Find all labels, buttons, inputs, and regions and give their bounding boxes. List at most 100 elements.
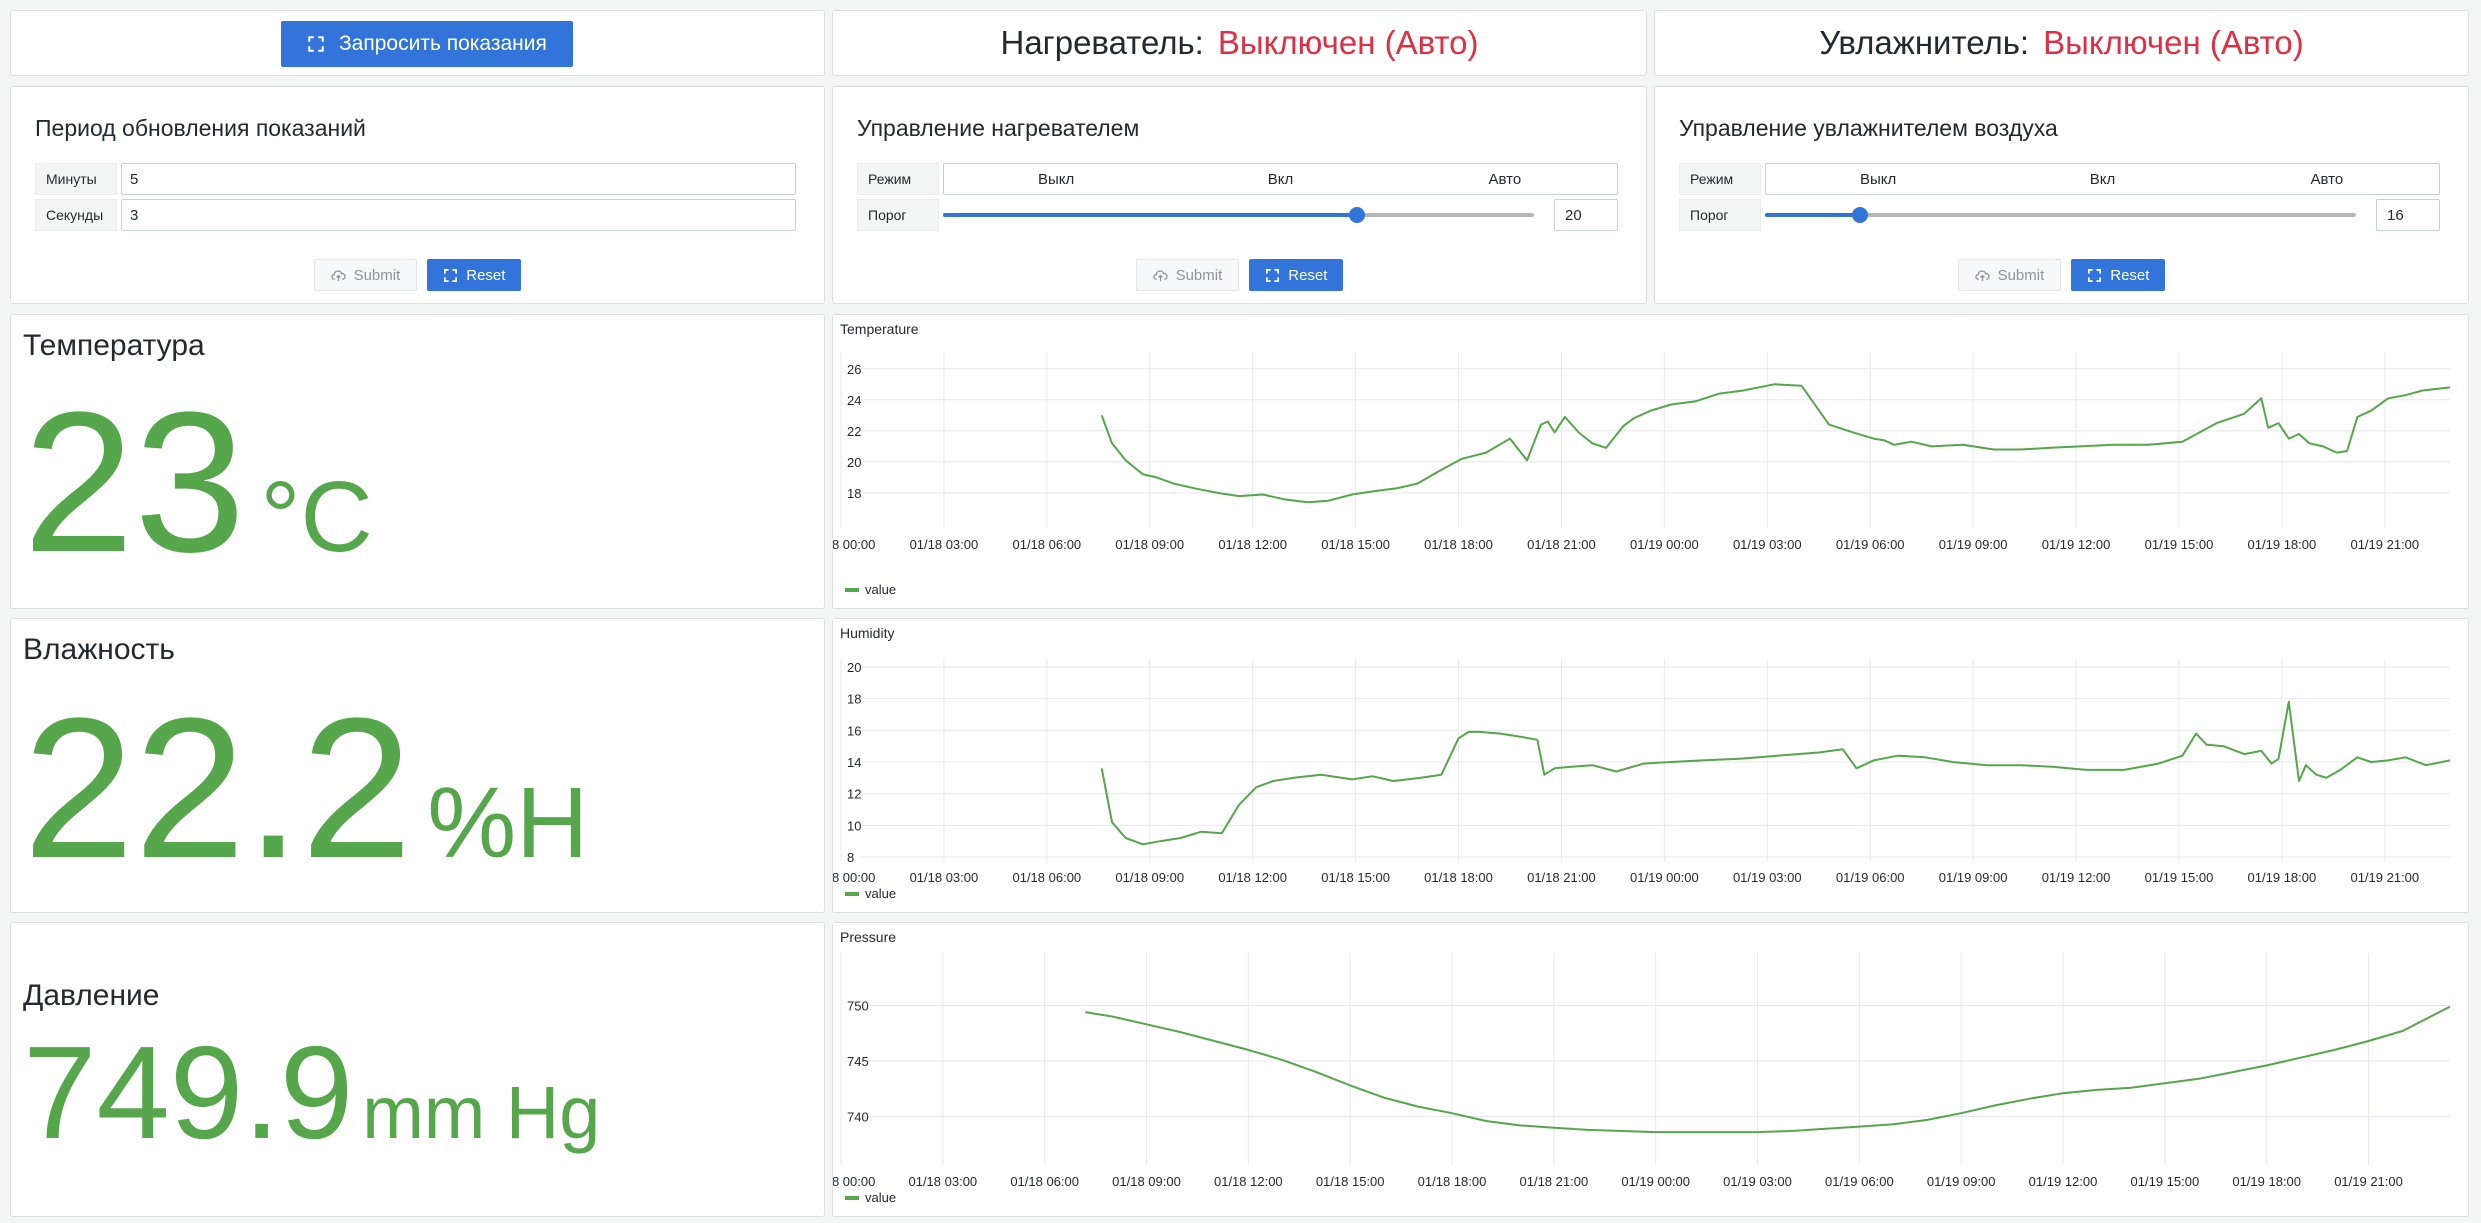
humidity-value: 22.2 %H xyxy=(23,689,588,889)
x-tick-label: 01/19 18:00 xyxy=(2248,870,2317,885)
humidifier-slider-thumb[interactable] xyxy=(1851,207,1868,223)
x-tick-label: 01/18 18:00 xyxy=(1418,1174,1487,1189)
x-tick-label: 01/18 03:00 xyxy=(908,1174,977,1189)
humidifier-submit-button[interactable]: Submit xyxy=(1957,259,2062,291)
temperature-chart-panel: Temperature 182022242601/18 00:0001/18 0… xyxy=(832,314,2469,609)
x-tick-label: 01/18 03:00 xyxy=(910,870,979,885)
legend-swatch xyxy=(845,891,859,896)
heater-mode-on[interactable]: Вкл xyxy=(1168,164,1392,194)
humidifier-threshold-input[interactable]: 16 xyxy=(2376,199,2440,231)
heater-status-label: Нагреватель: xyxy=(1000,24,1204,61)
pressure-unit: mm Hg xyxy=(362,1071,601,1154)
heater-submit-label: Submit xyxy=(1175,266,1223,284)
x-tick-label: 01/19 06:00 xyxy=(1836,537,1905,552)
x-tick-label: 01/18 06:00 xyxy=(1010,1174,1079,1189)
legend-swatch xyxy=(845,1195,859,1200)
x-tick-label: 01/18 21:00 xyxy=(1527,537,1596,552)
x-tick-label: 01/19 03:00 xyxy=(1723,1174,1792,1189)
reset-icon xyxy=(1266,268,1280,282)
reset-icon xyxy=(444,268,458,282)
heater-mode-auto[interactable]: Авто xyxy=(1393,164,1617,194)
heater-reset-label: Reset xyxy=(1288,266,1328,284)
pressure-legend[interactable]: value xyxy=(845,1190,896,1205)
heater-submit-button[interactable]: Submit xyxy=(1135,259,1240,291)
x-tick-label: 01/18 00:00 xyxy=(833,1174,875,1189)
heater-mode-radio-group: Выкл Вкл Авто xyxy=(943,163,1618,195)
temperature-unit: °C xyxy=(260,461,373,573)
x-tick-label: 01/19 00:00 xyxy=(1630,870,1699,885)
heater-slider-thumb[interactable] xyxy=(1348,207,1365,223)
pressure-number: 749.9 xyxy=(23,1019,354,1166)
x-tick-label: 01/18 21:00 xyxy=(1527,870,1596,885)
request-readings-button[interactable]: Запросить показания xyxy=(281,21,573,67)
humidifier-submit-label: Submit xyxy=(1997,266,2045,284)
humidity-legend[interactable]: value xyxy=(845,886,896,901)
pressure-title: Давление xyxy=(23,979,160,1012)
y-tick-label: 18 xyxy=(847,692,861,707)
minutes-input[interactable]: 5 xyxy=(121,163,796,195)
heater-threshold-label: Порог xyxy=(857,199,939,231)
x-tick-label: 01/18 03:00 xyxy=(910,537,979,552)
humidifier-status-label: Увлажнитель: xyxy=(1819,24,2030,61)
minutes-label: Минуты xyxy=(35,163,117,195)
x-tick-label: 01/19 15:00 xyxy=(2145,870,2214,885)
refresh-icon xyxy=(308,36,324,52)
humidifier-reset-button[interactable]: Reset xyxy=(2071,259,2166,291)
x-tick-label: 01/19 12:00 xyxy=(2042,870,2111,885)
reset-icon xyxy=(2088,268,2102,282)
temperature-number: 23 xyxy=(23,371,246,594)
x-tick-label: 01/18 12:00 xyxy=(1218,870,1287,885)
temperature-legend[interactable]: value xyxy=(845,582,896,597)
heater-control-panel: Управление нагревателем Режим Выкл Вкл А… xyxy=(832,86,1647,304)
x-tick-label: 01/18 21:00 xyxy=(1520,1174,1589,1189)
y-tick-label: 750 xyxy=(847,998,869,1013)
y-tick-label: 16 xyxy=(847,723,861,738)
heater-threshold-input[interactable]: 20 xyxy=(1554,199,1618,231)
x-tick-label: 01/18 00:00 xyxy=(833,870,875,885)
grid xyxy=(840,353,2450,528)
x-tick-label: 01/18 18:00 xyxy=(1424,537,1493,552)
x-tick-label: 01/18 09:00 xyxy=(1112,1174,1181,1189)
y-tick-label: 10 xyxy=(847,818,861,833)
period-reset-label: Reset xyxy=(466,266,506,284)
request-readings-label: Запросить показания xyxy=(339,32,547,55)
humidifier-control-title: Управление увлажнителем воздуха xyxy=(1679,115,2058,141)
pressure-value: 749.9 mm Hg xyxy=(23,1027,600,1159)
heater-reset-button[interactable]: Reset xyxy=(1249,259,1344,291)
seconds-input[interactable]: 3 xyxy=(121,199,796,231)
temperature-title: Температура xyxy=(23,329,205,362)
pressure-legend-label: value xyxy=(865,1190,897,1205)
humidifier-status-panel: Увлажнитель: Выключен (Авто) xyxy=(1654,10,2469,76)
humidity-stat-panel: Влажность 22.2 %H xyxy=(10,618,825,913)
pressure-stat-panel: Давление 749.9 mm Hg xyxy=(10,922,825,1217)
x-tick-label: 01/19 09:00 xyxy=(1939,537,2008,552)
y-tick-label: 20 xyxy=(847,660,861,675)
humidifier-reset-label: Reset xyxy=(2110,266,2150,284)
x-tick-label: 01/19 21:00 xyxy=(2350,537,2419,552)
heater-threshold-slider[interactable] xyxy=(943,199,1534,231)
humidifier-mode-label: Режим xyxy=(1679,163,1761,195)
cloud-upload-icon xyxy=(1152,269,1168,281)
humidifier-mode-radio-group: Выкл Вкл Авто xyxy=(1765,163,2440,195)
y-tick-label: 18 xyxy=(847,486,861,501)
x-tick-label: 01/18 15:00 xyxy=(1316,1174,1385,1189)
x-tick-label: 01/19 18:00 xyxy=(2248,537,2317,552)
period-submit-label: Submit xyxy=(353,266,401,284)
humidity-unit: %H xyxy=(427,767,589,879)
humidifier-mode-off[interactable]: Выкл xyxy=(1766,164,1990,194)
humidity-number: 22.2 xyxy=(23,677,413,900)
humidifier-mode-on[interactable]: Вкл xyxy=(1990,164,2214,194)
y-tick-label: 22 xyxy=(847,424,861,439)
humidifier-control-panel: Управление увлажнителем воздуха Режим Вы… xyxy=(1654,86,2469,304)
x-tick-label: 01/19 09:00 xyxy=(1927,1174,1996,1189)
humidifier-threshold-slider[interactable] xyxy=(1765,199,2356,231)
period-reset-button[interactable]: Reset xyxy=(427,259,522,291)
x-tick-label: 01/18 06:00 xyxy=(1012,537,1081,552)
x-tick-label: 01/19 09:00 xyxy=(1939,870,2008,885)
y-tick-label: 8 xyxy=(847,850,854,865)
humidifier-mode-auto[interactable]: Авто xyxy=(2215,164,2439,194)
period-submit-button[interactable]: Submit xyxy=(313,259,418,291)
y-tick-label: 12 xyxy=(847,787,861,802)
request-panel: Запросить показания xyxy=(10,10,825,76)
heater-mode-off[interactable]: Выкл xyxy=(944,164,1168,194)
